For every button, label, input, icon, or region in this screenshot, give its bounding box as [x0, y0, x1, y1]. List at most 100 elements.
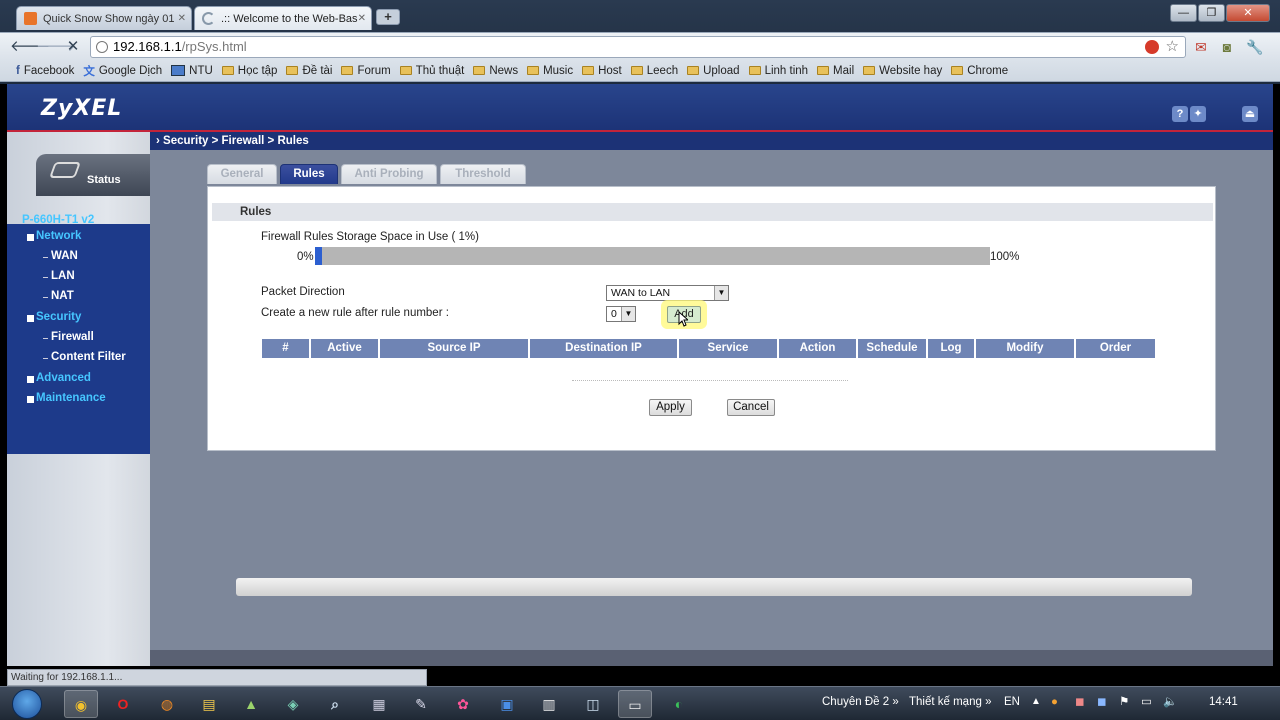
tab-rules[interactable]: Rules [280, 164, 338, 184]
close-tab-icon[interactable]: ✕ [358, 7, 366, 30]
app-icon[interactable]: ▣ [490, 690, 524, 718]
network-icon[interactable]: ▭ [1141, 687, 1152, 720]
app-icon[interactable]: ▲ [234, 690, 268, 718]
chrome-icon[interactable]: ◉ [64, 690, 98, 718]
browser-tab-welcome[interactable]: .:: Welcome to the Web-Bas ✕ [194, 6, 372, 30]
address-bar[interactable]: 192.168.1.1/rpSys.html ☆ [90, 36, 1186, 58]
stop-loading-icon[interactable]: ✕ [63, 37, 83, 57]
volume-icon[interactable]: 🔈 [1163, 687, 1177, 720]
clock[interactable]: 14:41 [1209, 687, 1238, 720]
bookmark-label: Học tập [237, 64, 278, 77]
bookmark-folder-de-tai[interactable]: Đề tài [286, 65, 332, 77]
storage-max-label: 100% [990, 251, 1020, 263]
packet-direction-select[interactable]: WAN to LAN ▼ [606, 285, 729, 301]
bookmark-label: Host [598, 64, 622, 77]
apply-button[interactable]: Apply [649, 399, 692, 416]
bookmark-folder-forum[interactable]: Forum [341, 65, 391, 77]
tab-title: .:: Welcome to the Web-Bas [221, 13, 358, 25]
table-end-divider [572, 380, 848, 381]
tray-app-icon[interactable]: ◼ [1075, 687, 1085, 720]
sidebar-item-advanced[interactable]: Advanced [24, 372, 91, 384]
app-icon[interactable]: ✎ [404, 690, 438, 718]
sidebar-item-lan[interactable]: LAN [43, 270, 75, 282]
gmail-icon[interactable]: ✉ [1192, 38, 1210, 56]
bookmark-folder-news[interactable]: News [473, 65, 518, 77]
extension-icon[interactable]: ◙ [1218, 38, 1236, 56]
wrench-icon[interactable]: 🔧 [1246, 38, 1264, 56]
site-favicon-icon [24, 12, 37, 25]
app-icon[interactable]: ▥ [532, 690, 566, 718]
forward-arrow-icon[interactable]: 🡒 [36, 37, 76, 57]
windows-taskbar: ◉ O ◍ ▤ ▲ ◈ ⌕ ▦ ✎ ✿ ▣ ▥ ◫ ▭ ◐ Chuyên Đề … [0, 686, 1280, 720]
status-tab[interactable]: Status [36, 154, 150, 196]
logout-icon[interactable]: ⏏ [1242, 106, 1258, 122]
bookmark-label: Đề tài [302, 64, 333, 77]
bookmark-folder-host[interactable]: Host [582, 65, 622, 77]
new-tab-button[interactable]: + [376, 9, 400, 25]
cancel-button[interactable]: Cancel [727, 399, 775, 416]
tab-general[interactable]: General [207, 164, 277, 184]
rule-number-select[interactable]: 0 ▼ [606, 306, 636, 322]
bookmark-folder-chrome[interactable]: Chrome [951, 65, 1008, 77]
action-center-icon[interactable]: ⚑ [1119, 687, 1129, 720]
column-header: Modify [976, 339, 1074, 358]
app-icon[interactable]: ◫ [576, 690, 610, 718]
language-indicator[interactable]: EN [1004, 687, 1020, 720]
bookmark-folder-leech[interactable]: Leech [630, 64, 679, 77]
app-icon[interactable]: ✿ [446, 690, 480, 718]
bookmark-label: Thủ thuật [415, 64, 465, 77]
folder-icon [748, 66, 761, 75]
help-icon[interactable]: ? [1172, 106, 1188, 122]
app-icon[interactable]: ◈ [276, 690, 310, 718]
tab-anti-probing[interactable]: Anti Probing [341, 164, 437, 184]
tray-toolbar-chuyen-de[interactable]: Chuyên Đề 2 » [822, 687, 899, 720]
firefox-icon[interactable]: ◍ [150, 690, 184, 718]
app-icon[interactable]: ◐ [662, 690, 696, 718]
storage-progress-bar [315, 247, 990, 265]
bookmark-google-dich[interactable]: 文 Google Dịch [83, 63, 162, 79]
command-prompt-icon[interactable]: ▭ [618, 690, 652, 718]
sidebar-item-content-filter[interactable]: Content Filter [43, 351, 126, 363]
restore-button[interactable]: ❐ [1198, 4, 1225, 22]
sidebar-item-maintenance[interactable]: Maintenance [24, 392, 106, 404]
folder-icon [399, 66, 412, 75]
start-button[interactable] [12, 689, 42, 719]
bookmark-folder-mail[interactable]: Mail [817, 65, 854, 77]
adblock-icon[interactable] [1145, 40, 1159, 54]
bookmark-facebook[interactable]: f Facebook [16, 65, 74, 77]
sidebar-item-network[interactable]: Network [24, 230, 81, 242]
column-header: Source IP [380, 339, 528, 358]
sidebar-item-security[interactable]: Security [24, 311, 81, 323]
close-tab-icon[interactable]: ✕ [178, 7, 186, 30]
tray-toolbar-thiet-ke-mang[interactable]: Thiết kế mạng » [909, 687, 991, 720]
sidebar-item-nat[interactable]: NAT [43, 290, 74, 302]
horizontal-scrollbar[interactable] [236, 578, 1192, 596]
back-arrow-icon[interactable]: 🡐 [10, 37, 50, 57]
bookmark-ntu[interactable]: NTU [171, 65, 213, 77]
wizard-icon[interactable]: ✦ [1190, 106, 1206, 122]
minimize-button[interactable]: — [1170, 4, 1197, 22]
bookmark-star-icon[interactable]: ☆ [1166, 37, 1179, 57]
tray-app-icon[interactable]: ● [1051, 687, 1058, 720]
bookmark-label: Leech [646, 64, 679, 77]
bookmark-folder-thu-thuat[interactable]: Thủ thuật [399, 64, 465, 77]
explorer-icon[interactable]: ▤ [192, 690, 226, 718]
bookmark-folder-hoc-tap[interactable]: Học tập [221, 64, 278, 77]
close-window-button[interactable]: ✕ [1226, 4, 1270, 22]
show-hidden-icons-icon[interactable]: ▲ [1031, 687, 1041, 720]
browser-tab-quick-snow-show[interactable]: Quick Snow Show ngày 01 ✕ [16, 6, 192, 30]
router-header: ZyXEL ? ✦ ⏏ [7, 84, 1273, 132]
sidebar-item-firewall[interactable]: Firewall [43, 331, 94, 343]
search-app-icon[interactable]: ⌕ [318, 690, 352, 718]
bookmark-label: Website hay [879, 64, 943, 77]
column-header: Order [1076, 339, 1155, 358]
bookmark-folder-music[interactable]: Music [527, 65, 573, 77]
bookmark-folder-upload[interactable]: Upload [687, 65, 740, 77]
tab-threshold[interactable]: Threshold [440, 164, 526, 184]
bookmark-folder-linh-tinh[interactable]: Linh tinh [748, 65, 808, 77]
opera-icon[interactable]: O [106, 690, 140, 718]
app-icon[interactable]: ▦ [362, 690, 396, 718]
sidebar-item-wan[interactable]: WAN [43, 250, 78, 262]
tray-app-icon[interactable]: ◼ [1097, 687, 1107, 720]
bookmark-folder-website-hay[interactable]: Website hay [863, 65, 942, 77]
